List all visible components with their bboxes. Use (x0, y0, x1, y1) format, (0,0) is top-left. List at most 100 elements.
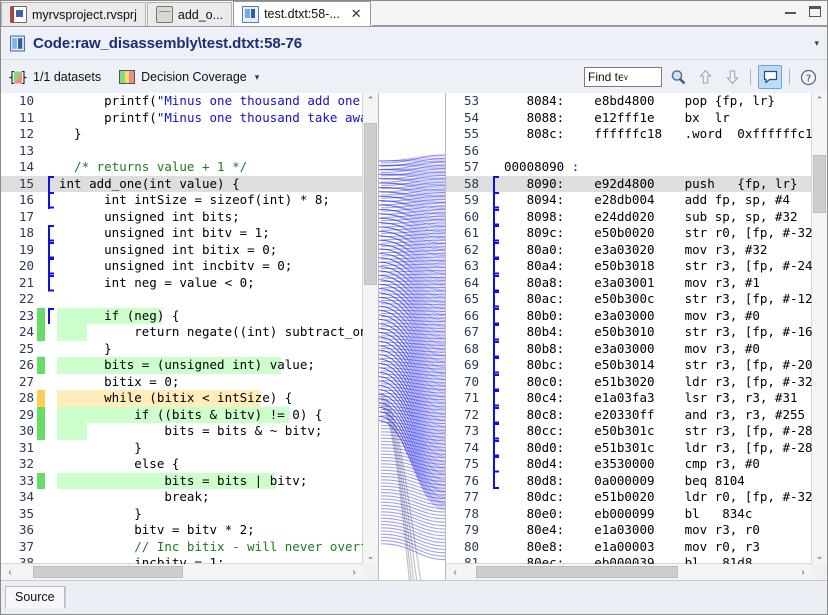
scrollbar-thumb[interactable] (364, 123, 377, 285)
disassembly-line[interactable]: 72 80c8: e20330ff and r3, r3, #255 (446, 406, 812, 424)
source-vertical-scrollbar[interactable]: ⌃ ⌄ (362, 93, 378, 564)
disassembly-horizontal-scrollbar[interactable]: ‹ › (446, 563, 812, 580)
disassembly-line[interactable]: 77 80dc: e51b0020 ldr r0, [fp, #-32] (446, 489, 812, 506)
disassembly-line[interactable]: 53 8084: e8bd4800 pop {fp, lr} (446, 93, 812, 110)
coverage-mode-selector[interactable]: Decision Coverage ▾ (119, 70, 259, 84)
source-line[interactable]: 20 unsigned int incbitv = 0; (1, 258, 363, 275)
disassembly-line[interactable]: 64 80a8: e3a03001 mov r3, #1 (446, 274, 812, 292)
tab-test-dtxt[interactable]: test.dtxt:58-... ✕ (233, 1, 371, 26)
datasets-selector[interactable]: 1/1 datasets (9, 70, 101, 85)
chevron-down-icon[interactable]: ∨ (623, 73, 658, 82)
chevron-down-icon[interactable]: ▾ (814, 38, 819, 49)
find-next-button[interactable] (721, 66, 743, 88)
source-line[interactable]: 18 unsigned int bitv = 1; (1, 225, 363, 242)
disassembly-line[interactable]: 63 80a4: e50b3018 str r3, [fp, #-24] (446, 258, 812, 275)
chevron-down-icon[interactable]: ▾ (255, 72, 260, 83)
source-line[interactable]: 25 } (1, 341, 363, 358)
disassembly-line[interactable]: 80 80e8: e1a00003 mov r0, r3 (446, 539, 812, 556)
source-line[interactable]: 33 bits = bits | bitv; (1, 472, 363, 489)
disassembly-line-text: 00008090 : (504, 159, 580, 174)
scrollbar-thumb[interactable] (33, 566, 183, 578)
source-line[interactable]: 23 if (neg) { (1, 307, 363, 324)
source-line[interactable]: 10 printf("Minus one thousand add one is (1, 93, 363, 110)
disassembly-line[interactable]: 65 80ac: e50b300c str r3, [fp, #-12] (446, 291, 812, 308)
source-line[interactable]: 28 while (bitix < intSize) { (1, 390, 363, 407)
source-line[interactable]: 11 printf("Minus one thousand take away … (1, 110, 363, 127)
disassembly-line[interactable]: 58 8090: e92d4800 push {fp, lr} (446, 175, 812, 193)
search-input[interactable]: Find text ∨ (584, 67, 662, 87)
block-bracket-marker (490, 175, 502, 193)
scroll-down-icon[interactable]: ⌄ (812, 549, 827, 564)
disassembly-line[interactable]: 61 809c: e50b0020 str r0, [fp, #-32] (446, 225, 812, 242)
scroll-right-icon[interactable]: › (345, 567, 363, 578)
disassembly-line[interactable]: 68 80b8: e3a03000 mov r3, #0 (446, 340, 812, 358)
coverage-marker (37, 539, 45, 556)
disassembly-line[interactable]: 56 (446, 143, 812, 160)
disassembly-line[interactable]: 66 80b0: e3a03000 mov r3, #0 (446, 307, 812, 325)
block-bracket-marker (490, 340, 502, 358)
disassembly-line[interactable]: 54 8088: e12fff1e bx lr (446, 110, 812, 127)
source-line[interactable]: 14 /* returns value + 1 */ (1, 159, 363, 176)
scrollbar-thumb[interactable] (813, 155, 826, 213)
disassembly-line[interactable]: 70 80c0: e51b3020 ldr r3, [fp, #-32] (446, 373, 812, 391)
minimize-button[interactable] (782, 3, 799, 19)
source-line[interactable]: 12 } (1, 126, 363, 143)
scroll-down-icon[interactable]: ⌄ (363, 549, 378, 564)
source-code-view[interactable]: 10 printf("Minus one thousand add one is… (1, 93, 363, 564)
comments-toggle-button[interactable] (758, 65, 782, 89)
search-button[interactable] (667, 66, 689, 88)
source-line[interactable]: 27 bitix = 0; (1, 374, 363, 391)
disassembly-line[interactable]: 75 80d4: e3530000 cmp r3, #0 (446, 456, 812, 473)
coverage-marker (37, 522, 45, 539)
disassembly-line[interactable]: 79 80e4: e1a03000 mov r3, r0 (446, 522, 812, 539)
source-line[interactable]: 21 int neg = value < 0; (1, 274, 363, 292)
source-line[interactable]: 32 else { (1, 456, 363, 473)
scroll-right-icon[interactable]: › (794, 567, 812, 578)
disassembly-line[interactable]: 73 80cc: e50b301c str r3, [fp, #-28] (446, 423, 812, 440)
find-previous-button[interactable] (694, 66, 716, 88)
close-icon[interactable]: ✕ (351, 8, 362, 21)
disassembly-line[interactable]: 69 80bc: e50b3014 str r3, [fp, #-20] (446, 357, 812, 374)
disassembly-line[interactable]: 74 80d0: e51b301c ldr r3, [fp, #-28] (446, 439, 812, 457)
tab-myrvsproject[interactable]: myrvsproject.rvsprj (1, 2, 146, 26)
source-line[interactable]: 24 return negate((int) subtract_one(a (1, 324, 363, 341)
scrollbar-thumb[interactable] (476, 566, 678, 578)
source-line[interactable]: 13 (1, 143, 363, 160)
disassembly-line[interactable]: 62 80a0: e3a03020 mov r3, #32 (446, 241, 812, 259)
scroll-up-icon[interactable]: ⌃ (363, 93, 378, 108)
source-line[interactable]: 17 unsigned int bits; (1, 209, 363, 226)
line-number: 55 (463, 126, 479, 141)
source-line[interactable]: 16 int intSize = sizeof(int) * 8; (1, 192, 363, 209)
tab-add-o[interactable]: add_o... (146, 2, 233, 26)
disassembly-view[interactable]: 53 8084: e8bd4800 pop {fp, lr} 54 8088: e… (446, 93, 812, 564)
source-line[interactable]: 31 } (1, 440, 363, 457)
disassembly-line[interactable]: 76 80d8: 0a000009 beq 8104 (446, 472, 812, 490)
disassembly-line[interactable]: 57 00008090 : (446, 159, 812, 176)
disassembly-line[interactable]: 60 8098: e24dd020 sub sp, sp, #32 (446, 208, 812, 226)
disassembly-line[interactable]: 78 80e0: eb000099 bl 834c (446, 506, 812, 523)
source-horizontal-scrollbar[interactable]: ‹ › (1, 563, 363, 580)
disassembly-line[interactable]: 59 8094: e28db004 add fp, sp, #4 (446, 192, 812, 209)
scroll-left-icon[interactable]: ‹ (1, 567, 19, 578)
source-line[interactable]: 26 bits = (unsigned int) value; (1, 357, 363, 374)
block-bracket-marker (45, 291, 57, 308)
help-button[interactable]: ? (797, 66, 819, 88)
source-line[interactable]: 30 bits = bits & ~ bitv; (1, 423, 363, 440)
disassembly-line[interactable]: 67 80b4: e50b3010 str r3, [fp, #-16] (446, 324, 812, 341)
disassembly-line[interactable]: 71 80c4: e1a03fa3 lsr r3, r3, #31 (446, 390, 812, 407)
scroll-up-icon[interactable]: ⌃ (812, 93, 827, 108)
maximize-button[interactable] (806, 3, 823, 19)
source-line-text: unsigned int bitv = 1; (59, 225, 270, 240)
status-tab-source[interactable]: Source (5, 586, 65, 609)
source-line[interactable]: 29 if ((bits & bitv) != 0) { (1, 406, 363, 423)
disassembly-vertical-scrollbar[interactable]: ⌃ ⌄ (811, 93, 827, 564)
source-line[interactable]: 19 unsigned int bitix = 0; (1, 241, 363, 259)
source-line[interactable]: 15 int add_one(int value) { (1, 175, 363, 192)
source-line[interactable]: 34 break; (1, 489, 363, 506)
source-line[interactable]: 35 } (1, 506, 363, 523)
source-line[interactable]: 36 bitv = bitv * 2; (1, 522, 363, 539)
source-line[interactable]: 37 // Inc bitix - will never overflow (1, 539, 363, 556)
disassembly-line[interactable]: 55 808c: ffffffc18 .word 0xffffffc18 (446, 126, 812, 143)
scroll-left-icon[interactable]: ‹ (446, 567, 464, 578)
source-line[interactable]: 22 (1, 291, 363, 308)
